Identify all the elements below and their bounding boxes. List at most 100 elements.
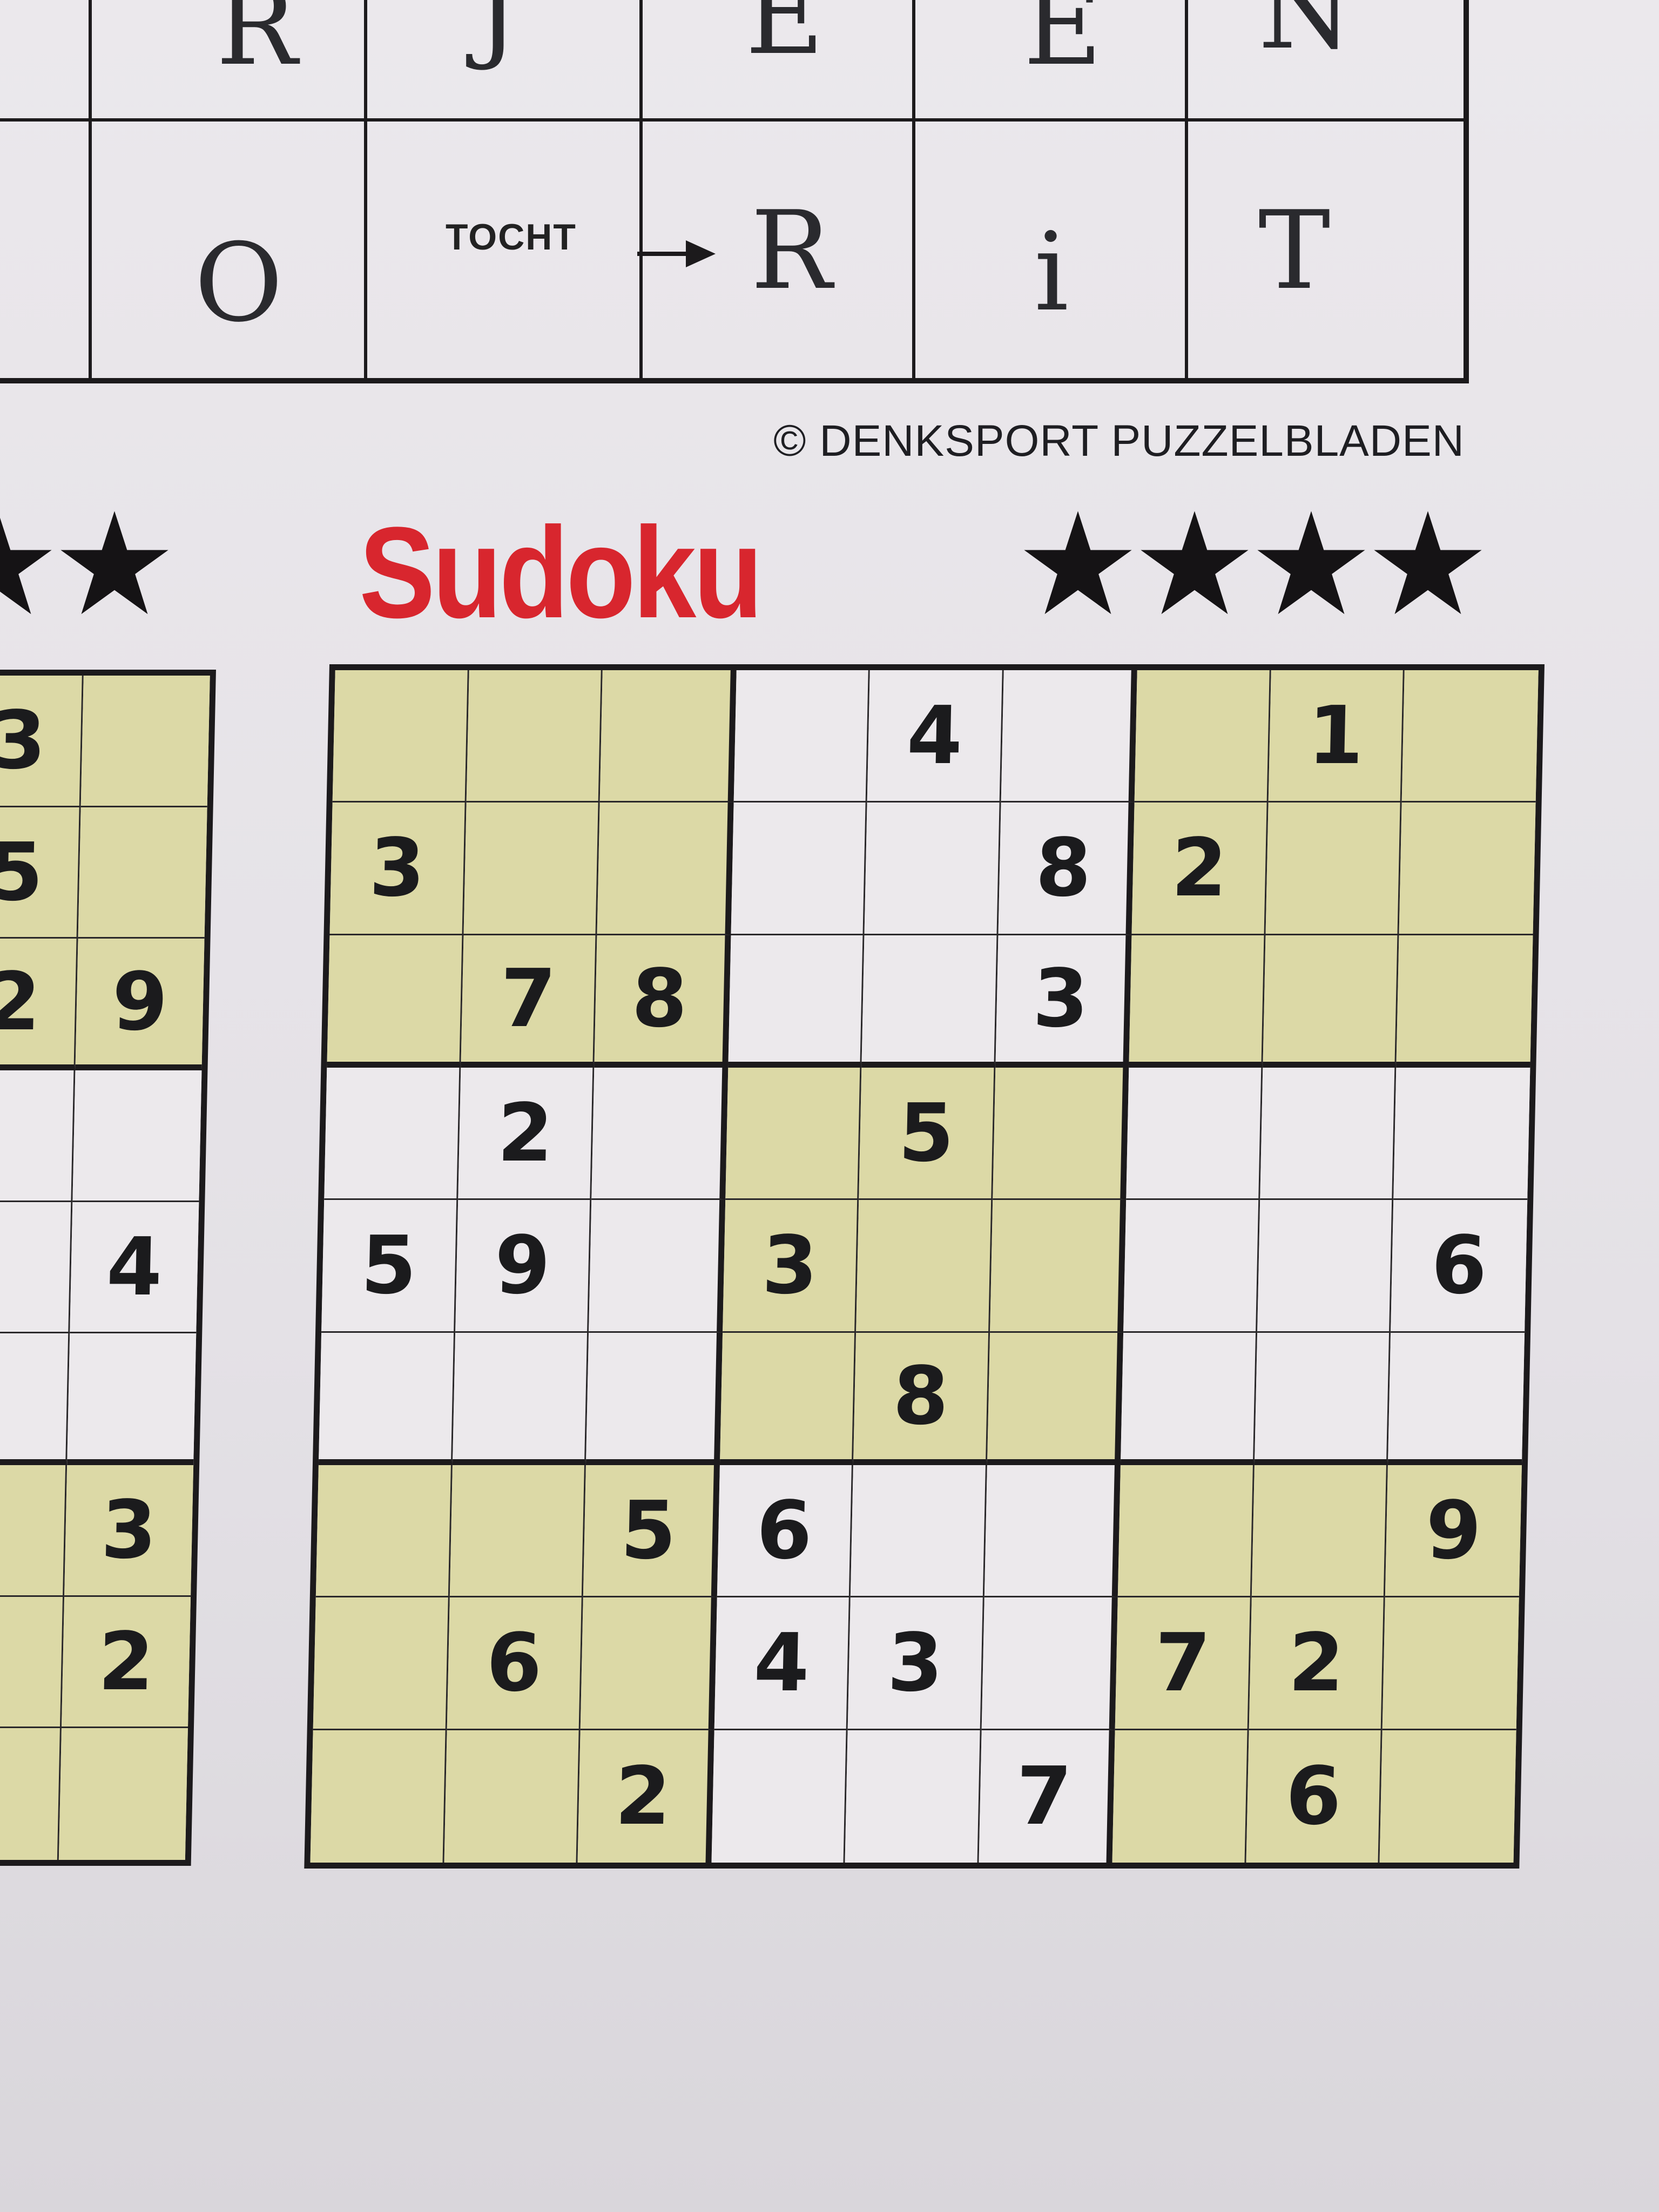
sudoku-empty-cell[interactable] [313, 1597, 450, 1730]
left-sudoku-grid: 3529432 [0, 670, 217, 1866]
sudoku-empty-cell[interactable] [0, 1070, 76, 1202]
sudoku-given-cell: 3 [0, 676, 84, 807]
sudoku-given-cell: 5 [859, 1067, 996, 1201]
sudoku-empty-cell[interactable] [1112, 1730, 1249, 1863]
sudoku-empty-cell[interactable] [987, 1332, 1124, 1465]
sudoku-empty-cell[interactable] [864, 802, 1001, 935]
sudoku-given-cell: 5 [321, 1200, 458, 1333]
sudoku-empty-cell[interactable] [1118, 1465, 1255, 1598]
sudoku-given-cell: 5 [0, 807, 81, 939]
sudoku-empty-cell[interactable] [0, 1465, 68, 1597]
sudoku-empty-cell[interactable] [981, 1597, 1118, 1730]
sudoku-given-cell: 9 [455, 1200, 592, 1333]
clue-text: TOCHT [446, 217, 577, 258]
word-cell[interactable]: J [367, 0, 643, 122]
sudoku-empty-cell[interactable] [1121, 1332, 1257, 1465]
sudoku-empty-cell[interactable] [589, 1200, 725, 1333]
sudoku-empty-cell[interactable] [0, 1333, 70, 1465]
sudoku-empty-cell[interactable] [992, 1067, 1129, 1201]
sudoku-empty-cell[interactable] [310, 1730, 447, 1863]
sudoku-empty-cell[interactable] [586, 1332, 723, 1465]
sudoku-empty-cell[interactable] [318, 1332, 455, 1465]
sudoku-empty-cell[interactable] [1399, 802, 1536, 935]
sudoku-empty-cell[interactable] [711, 1730, 848, 1863]
word-cell[interactable]: R [637, 122, 915, 383]
sudoku-empty-cell[interactable] [466, 670, 603, 803]
sudoku-empty-cell[interactable] [324, 1067, 461, 1201]
sudoku-empty-cell[interactable] [0, 1728, 62, 1860]
sudoku-empty-cell[interactable] [733, 670, 870, 803]
sudoku-empty-cell[interactable] [1134, 670, 1271, 803]
sudoku-empty-cell[interactable] [861, 935, 999, 1068]
handwritten-letter: N [1258, 0, 1353, 73]
sudoku-empty-cell[interactable] [1251, 1465, 1388, 1598]
sudoku-empty-cell[interactable] [449, 1465, 586, 1598]
sudoku-empty-cell[interactable] [0, 1202, 73, 1334]
sudoku-empty-cell[interactable] [463, 802, 600, 935]
sudoku-empty-cell[interactable] [78, 807, 207, 939]
sudoku-empty-cell[interactable] [315, 1465, 453, 1598]
sudoku-empty-cell[interactable] [731, 802, 867, 935]
sudoku-empty-cell[interactable] [1260, 1067, 1397, 1201]
sudoku-empty-cell[interactable] [332, 670, 469, 803]
word-cell[interactable]: N [1188, 0, 1464, 122]
sudoku-empty-cell[interactable] [1263, 935, 1399, 1068]
difficulty-stars-left [0, 508, 172, 622]
sudoku-empty-cell[interactable] [725, 1067, 862, 1201]
clue-cell: TOCHT [367, 122, 643, 383]
sudoku-empty-cell[interactable] [728, 935, 865, 1068]
sudoku-empty-cell[interactable] [719, 1332, 857, 1465]
sudoku-empty-cell[interactable] [1382, 1597, 1519, 1730]
sudoku-empty-cell[interactable] [989, 1200, 1127, 1333]
sudoku-empty-cell[interactable] [1126, 1067, 1263, 1201]
star-icon [60, 511, 168, 615]
sudoku-given-cell: 5 [583, 1465, 720, 1598]
sudoku-empty-cell[interactable] [80, 676, 210, 807]
sudoku-empty-cell[interactable] [580, 1597, 717, 1730]
sudoku-empty-cell[interactable] [1402, 670, 1539, 803]
sudoku-given-cell: 9 [75, 939, 205, 1070]
sudoku-empty-cell[interactable] [597, 802, 734, 935]
sudoku-empty-cell[interactable] [67, 1333, 197, 1465]
word-cell[interactable]: O [92, 122, 367, 383]
sudoku-empty-cell[interactable] [591, 1067, 729, 1201]
word-cell [0, 0, 92, 122]
sudoku-empty-cell[interactable] [0, 1596, 65, 1729]
handwritten-letter: T [1258, 188, 1331, 314]
sudoku-empty-cell[interactable] [1379, 1730, 1516, 1863]
sudoku-empty-cell[interactable] [452, 1332, 589, 1465]
arrow-right-icon [637, 240, 716, 267]
sudoku-empty-cell[interactable] [72, 1070, 202, 1202]
word-cell[interactable]: i [915, 122, 1188, 383]
word-cell[interactable]: E [643, 0, 915, 122]
sudoku-empty-cell[interactable] [1396, 935, 1533, 1068]
sudoku-empty-cell[interactable] [1388, 1332, 1525, 1465]
sudoku-given-cell: 6 [447, 1597, 583, 1730]
star-icon [0, 517, 52, 615]
sudoku-empty-cell[interactable] [851, 1465, 987, 1598]
word-cell[interactable]: E [915, 0, 1188, 122]
copyright-notice: © DENKSPORT PUZZELBLADEN [773, 416, 1465, 466]
sudoku-empty-cell[interactable] [444, 1730, 581, 1863]
sudoku-empty-cell[interactable] [1001, 670, 1138, 803]
sudoku-empty-cell[interactable] [1129, 935, 1266, 1068]
sudoku-empty-cell[interactable] [599, 670, 737, 803]
sudoku-empty-cell[interactable] [984, 1465, 1121, 1598]
sudoku-empty-cell[interactable] [1257, 1200, 1394, 1333]
handwritten-letter: E [1023, 0, 1102, 90]
handwritten-letter: E [745, 0, 824, 79]
sudoku-empty-cell[interactable] [327, 935, 464, 1068]
star-icon [1024, 511, 1132, 615]
puzzle-title: Sudoku [359, 500, 763, 645]
sudoku-grid: 41382783255936856964372276 [304, 664, 1545, 1869]
sudoku-empty-cell[interactable] [1123, 1200, 1260, 1333]
sudoku-given-cell: 2 [1131, 802, 1269, 935]
sudoku-empty-cell[interactable] [856, 1200, 993, 1333]
sudoku-empty-cell[interactable] [1265, 802, 1402, 935]
sudoku-empty-cell[interactable] [845, 1730, 982, 1863]
sudoku-empty-cell[interactable] [1254, 1332, 1391, 1465]
word-cell[interactable]: T [1188, 122, 1464, 383]
sudoku-empty-cell[interactable] [58, 1728, 188, 1860]
word-cell[interactable]: R [92, 0, 367, 122]
sudoku-empty-cell[interactable] [1393, 1067, 1530, 1201]
